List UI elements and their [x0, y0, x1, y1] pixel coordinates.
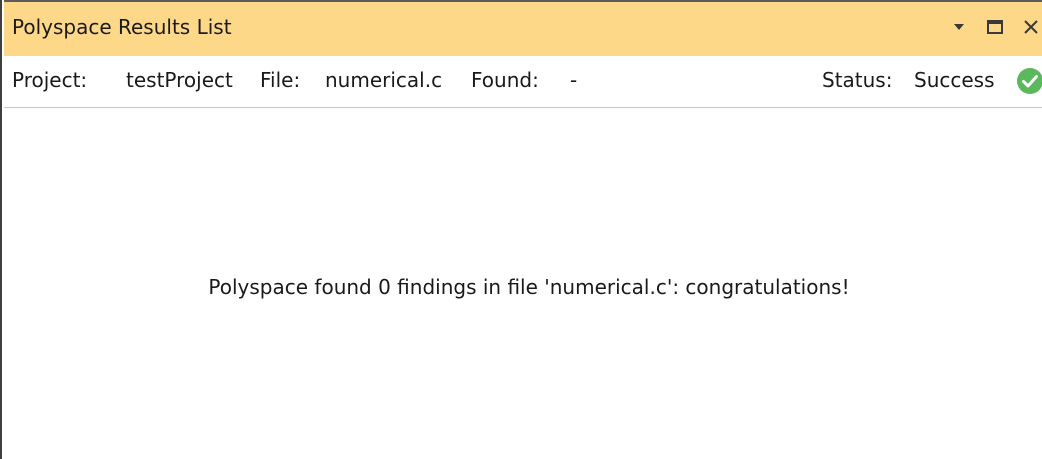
title-bar[interactable]: Polyspace Results List — [4, 0, 1042, 56]
found-label: Found: — [471, 68, 539, 92]
panel-title: Polyspace Results List — [12, 15, 232, 39]
results-content: Polyspace found 0 findings in file 'nume… — [4, 109, 1042, 459]
found-value: - — [570, 68, 578, 92]
results-message: Polyspace found 0 findings in file 'nume… — [208, 275, 850, 299]
info-bar: Project: testProject File: numerical.c F… — [4, 56, 1042, 108]
close-icon[interactable] — [1018, 14, 1042, 40]
file-value: numerical.c — [325, 68, 443, 92]
window-controls — [936, 14, 1042, 40]
status-label: Status: — [822, 68, 893, 92]
dropdown-arrow-icon[interactable] — [946, 14, 972, 40]
results-list-panel: Polyspace Results List Project: testProj… — [0, 0, 1042, 459]
check-circle-icon — [1017, 68, 1042, 94]
status-value: Success — [914, 68, 995, 92]
maximize-icon[interactable] — [982, 14, 1008, 40]
project-value: testProject — [126, 68, 233, 92]
project-label: Project: — [12, 68, 88, 92]
file-label: File: — [260, 68, 301, 92]
